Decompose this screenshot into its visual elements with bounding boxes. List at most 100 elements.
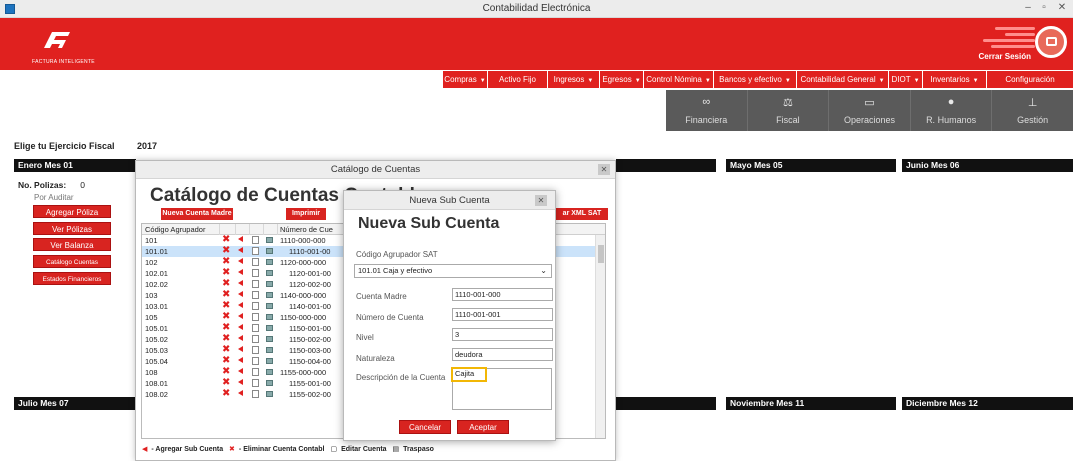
delete-icon[interactable]: ✖: [222, 290, 230, 300]
module-operaciones[interactable]: ▭ Operaciones: [829, 90, 911, 131]
module-gestion[interactable]: ⊥ Gestión: [992, 90, 1073, 131]
edit-icon[interactable]: [252, 346, 259, 354]
exportar-xml-sat-button[interactable]: ar XML SAT: [556, 208, 608, 220]
menu-ingresos[interactable]: Ingresos ▼: [548, 71, 600, 88]
transfer-icon[interactable]: [266, 325, 273, 331]
add-sub-icon[interactable]: [238, 390, 243, 396]
fiscal-year-value[interactable]: 2017: [137, 141, 157, 151]
month-bar-01[interactable]: Enero Mes 01: [14, 159, 136, 172]
delete-icon[interactable]: ✖: [222, 235, 230, 245]
add-sub-icon[interactable]: [238, 346, 243, 352]
transfer-icon[interactable]: [266, 358, 273, 364]
add-sub-icon[interactable]: [238, 313, 243, 319]
menu-inventarios[interactable]: Inventarios ▼: [923, 71, 987, 88]
add-sub-icon[interactable]: [238, 269, 243, 275]
month-bar-05[interactable]: Mayo Mes 05: [726, 159, 896, 172]
transfer-icon[interactable]: [266, 369, 273, 375]
transfer-icon[interactable]: [266, 281, 273, 287]
estados-financieros-button[interactable]: Estados Financieros: [33, 272, 111, 285]
minimize-button[interactable]: –: [1021, 2, 1035, 13]
edit-icon[interactable]: [252, 258, 259, 266]
level-field[interactable]: 3: [452, 328, 553, 341]
user-avatar-icon[interactable]: [1035, 26, 1067, 58]
transfer-icon[interactable]: [266, 237, 273, 243]
edit-icon[interactable]: [252, 302, 259, 310]
edit-icon[interactable]: [252, 390, 259, 398]
transfer-icon[interactable]: [266, 259, 273, 265]
parent-account-field[interactable]: 1110-001-000: [452, 288, 553, 301]
add-sub-icon[interactable]: [238, 258, 243, 264]
delete-icon[interactable]: ✖: [222, 257, 230, 267]
nueva-cuenta-madre-button[interactable]: Nueva Cuenta Madre: [161, 208, 233, 220]
add-sub-icon[interactable]: [238, 302, 243, 308]
add-sub-icon[interactable]: [238, 324, 243, 330]
transfer-icon[interactable]: [266, 347, 273, 353]
delete-icon[interactable]: ✖: [222, 246, 230, 256]
edit-icon[interactable]: [252, 236, 259, 244]
add-sub-icon[interactable]: [238, 368, 243, 374]
sat-code-select[interactable]: 101.01 Caja y efectivo ⌄: [354, 264, 552, 278]
accept-button[interactable]: Aceptar: [457, 420, 509, 434]
edit-icon[interactable]: [252, 280, 259, 288]
imprimir-button[interactable]: Imprimir: [286, 208, 326, 220]
delete-icon[interactable]: ✖: [222, 345, 230, 355]
transfer-icon[interactable]: [266, 336, 273, 342]
edit-icon[interactable]: [252, 357, 259, 365]
edit-icon[interactable]: [252, 335, 259, 343]
menu-configuracion[interactable]: Configuración: [987, 71, 1073, 88]
edit-icon[interactable]: [252, 379, 259, 387]
module-financiera[interactable]: ∞ Financiera: [666, 90, 748, 131]
description-textarea[interactable]: Cajita: [451, 367, 552, 410]
table-scrollbar[interactable]: [595, 235, 605, 438]
transfer-icon[interactable]: [266, 380, 273, 386]
logout-link[interactable]: Cerrar Sesión: [979, 52, 1031, 61]
transfer-icon[interactable]: [266, 391, 273, 397]
close-window-button[interactable]: ✕: [1055, 2, 1069, 13]
transfer-icon[interactable]: [266, 270, 273, 276]
ver-polizas-button[interactable]: Ver Pólizas: [33, 222, 111, 235]
delete-icon[interactable]: ✖: [222, 334, 230, 344]
nature-field[interactable]: deudora: [452, 348, 553, 361]
edit-icon[interactable]: [252, 247, 259, 255]
month-bar-06[interactable]: Junio Mes 06: [902, 159, 1073, 172]
menu-diot[interactable]: DIOT ▼: [889, 71, 923, 88]
delete-icon[interactable]: ✖: [222, 279, 230, 289]
transfer-icon[interactable]: [266, 292, 273, 298]
edit-icon[interactable]: [252, 313, 259, 321]
add-sub-icon[interactable]: [238, 247, 243, 253]
add-sub-icon[interactable]: [238, 280, 243, 286]
edit-icon[interactable]: [252, 291, 259, 299]
menu-egresos[interactable]: Egresos ▼: [600, 71, 644, 88]
add-sub-icon[interactable]: [238, 379, 243, 385]
edit-icon[interactable]: [252, 324, 259, 332]
transfer-icon[interactable]: [266, 303, 273, 309]
module-rhumanos[interactable]: ● R. Humanos: [911, 90, 993, 131]
delete-icon[interactable]: ✖: [222, 367, 230, 377]
catalog-close-button[interactable]: ✕: [598, 164, 610, 175]
subaccount-close-button[interactable]: ✕: [535, 195, 547, 206]
delete-icon[interactable]: ✖: [222, 356, 230, 366]
delete-icon[interactable]: ✖: [222, 389, 230, 399]
agregar-poliza-button[interactable]: Agregar Póliza: [33, 205, 111, 218]
cancel-button[interactable]: Cancelar: [399, 420, 451, 434]
add-sub-icon[interactable]: [238, 236, 243, 242]
delete-icon[interactable]: ✖: [222, 268, 230, 278]
delete-icon[interactable]: ✖: [222, 312, 230, 322]
transfer-icon[interactable]: [266, 248, 273, 254]
menu-compras[interactable]: Compras ▼: [443, 71, 488, 88]
ver-balanza-button[interactable]: Ver Balanza: [33, 238, 111, 251]
edit-icon[interactable]: [252, 269, 259, 277]
module-fiscal[interactable]: ⚖ Fiscal: [748, 90, 830, 131]
transfer-icon[interactable]: [266, 314, 273, 320]
add-sub-icon[interactable]: [238, 291, 243, 297]
maximize-button[interactable]: ▫: [1037, 2, 1051, 13]
month-bar-12[interactable]: Diciembre Mes 12: [902, 397, 1073, 410]
add-sub-icon[interactable]: [238, 335, 243, 341]
add-sub-icon[interactable]: [238, 357, 243, 363]
delete-icon[interactable]: ✖: [222, 301, 230, 311]
menu-activo-fijo[interactable]: Activo Fijo: [488, 71, 548, 88]
menu-contabilidad-general[interactable]: Contabilidad General ▼: [797, 71, 889, 88]
edit-icon[interactable]: [252, 368, 259, 376]
account-number-field[interactable]: 1110-001-001: [452, 308, 553, 321]
catalogo-cuentas-button[interactable]: Catálogo Cuentas: [33, 255, 111, 268]
